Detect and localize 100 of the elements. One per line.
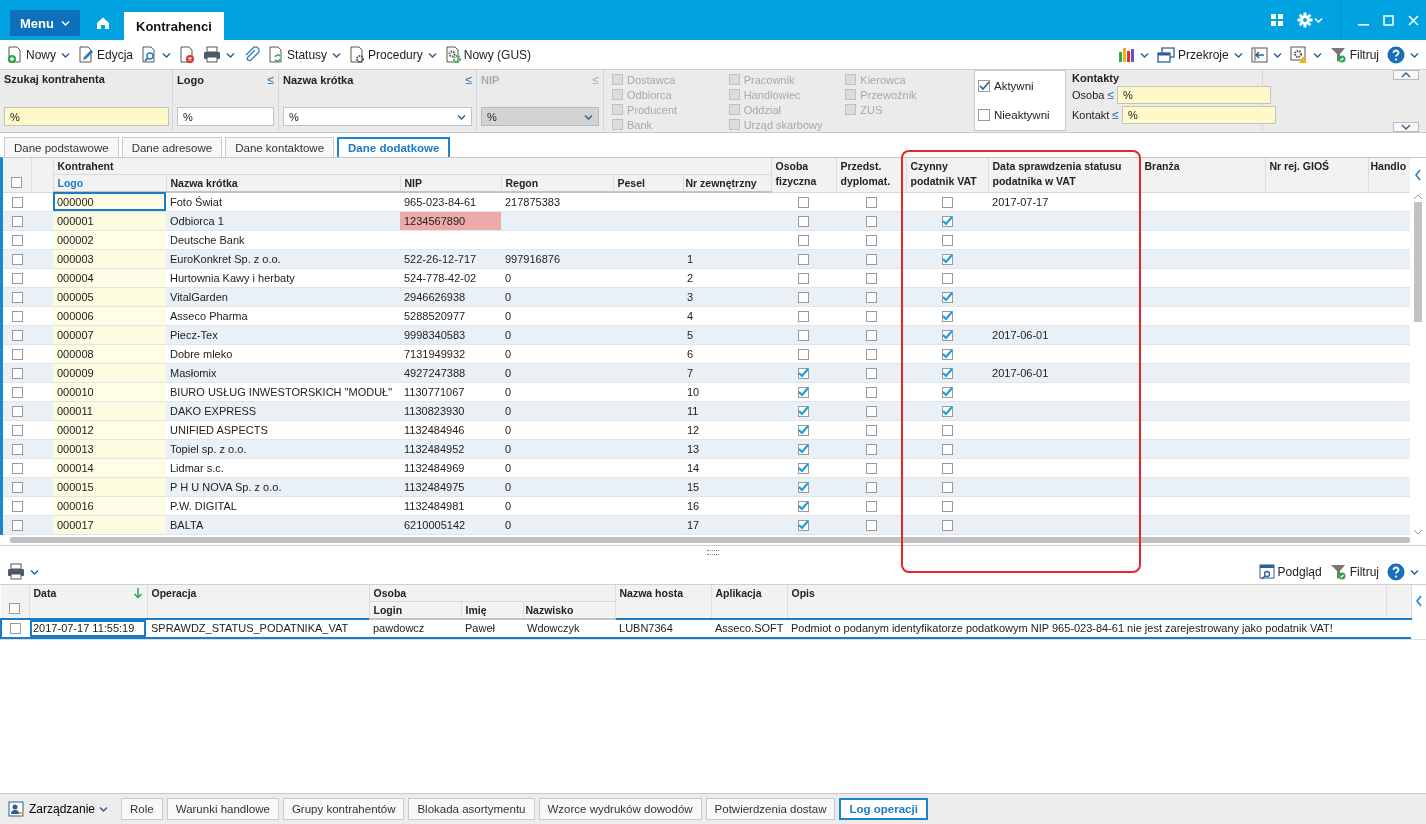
printer-icon[interactable]	[203, 46, 222, 63]
operator-toggle[interactable]: ≤	[1107, 88, 1114, 102]
text-field[interactable]: %	[1121, 106, 1276, 124]
checkbox[interactable]	[941, 367, 953, 379]
checkbox[interactable]	[865, 348, 877, 360]
checkbox[interactable]	[865, 367, 877, 379]
tab[interactable]: Potwierdzenia dostaw	[705, 798, 836, 820]
checkbox[interactable]	[865, 272, 877, 284]
checkbox[interactable]	[941, 234, 953, 246]
tab[interactable]: Dane adresowe	[121, 137, 223, 157]
home-icon[interactable]	[96, 16, 110, 30]
checkbox[interactable]	[941, 291, 953, 303]
checkbox[interactable]	[11, 386, 23, 398]
close-icon[interactable]	[1408, 14, 1419, 26]
column-header[interactable]: Opis	[787, 584, 1386, 619]
checkbox[interactable]	[798, 215, 810, 227]
checkbox[interactable]	[798, 196, 810, 208]
checkbox[interactable]	[865, 291, 877, 303]
checkbox[interactable]	[798, 424, 810, 436]
checkbox[interactable]	[798, 462, 810, 474]
windows-icon[interactable]	[1156, 46, 1175, 63]
checkbox[interactable]	[865, 481, 877, 493]
chevron-left-icon[interactable]	[1414, 594, 1423, 607]
chevron-left-icon[interactable]	[1414, 168, 1422, 181]
checkbox[interactable]	[798, 272, 810, 284]
document-plus-icon[interactable]	[7, 46, 23, 63]
checkbox[interactable]	[865, 519, 877, 531]
toolbar-button[interactable]: Filtruj	[1325, 42, 1383, 67]
checkbox[interactable]	[941, 329, 953, 341]
filter-icon[interactable]	[1329, 46, 1347, 63]
document-refresh-icon[interactable]	[268, 46, 285, 63]
checkbox[interactable]	[11, 500, 23, 512]
printer-icon[interactable]	[7, 563, 25, 580]
checkbox[interactable]	[941, 405, 953, 417]
checkbox[interactable]	[798, 348, 810, 360]
pencil-icon[interactable]	[78, 46, 94, 63]
checkbox[interactable]	[11, 329, 23, 341]
column-header[interactable]: Nr rej. GIOŚ	[1265, 158, 1369, 192]
checkbox[interactable]	[798, 367, 810, 379]
tiles-icon[interactable]	[1271, 14, 1283, 26]
scroll-up-icon[interactable]	[1413, 194, 1423, 200]
checkbox[interactable]	[865, 424, 877, 436]
checkbox[interactable]	[941, 462, 953, 474]
maximize-icon[interactable]	[1383, 14, 1394, 26]
checkbox[interactable]	[941, 215, 953, 227]
checkbox[interactable]	[11, 215, 23, 227]
checkbox[interactable]	[10, 623, 21, 635]
operator-toggle[interactable]: ≤	[465, 73, 472, 87]
checkbox[interactable]	[941, 443, 953, 455]
checkbox[interactable]	[865, 462, 877, 474]
settings-icon[interactable]	[1297, 12, 1313, 28]
checkbox[interactable]	[865, 253, 877, 265]
checkbox[interactable]	[941, 481, 953, 493]
checkbox[interactable]	[865, 405, 877, 417]
tab[interactable]: Dane dodatkowe	[337, 137, 451, 157]
checkbox[interactable]	[11, 462, 23, 474]
checkbox[interactable]	[798, 481, 810, 493]
scroll-down-icon[interactable]	[1413, 528, 1423, 535]
checkbox[interactable]	[11, 424, 23, 436]
checkbox[interactable]	[11, 234, 23, 246]
checkbox[interactable]	[941, 386, 953, 398]
operator-toggle[interactable]: ≤	[267, 73, 274, 87]
app-tab[interactable]: Kontrahenci	[124, 12, 224, 40]
document-magnifier-icon[interactable]	[141, 46, 158, 63]
help-icon[interactable]	[1387, 562, 1405, 581]
checkbox[interactable]	[941, 519, 953, 531]
help-icon[interactable]	[1387, 45, 1405, 64]
filter-icon[interactable]	[1329, 563, 1347, 580]
checkbox[interactable]	[941, 310, 953, 322]
tab[interactable]: Log operacji	[839, 798, 928, 820]
checkbox[interactable]	[798, 500, 810, 512]
checkbox[interactable]	[798, 329, 810, 341]
toolbar-button[interactable]: Filtruj	[1325, 559, 1383, 584]
column-header[interactable]: Handlo	[1368, 158, 1411, 192]
checkbox[interactable]	[9, 602, 21, 614]
collapse-button[interactable]	[1393, 70, 1419, 80]
checkbox[interactable]	[798, 443, 810, 455]
operator-toggle[interactable]: ≤	[1112, 108, 1119, 122]
tab[interactable]: Wzorce wydruków dowodów	[538, 798, 702, 820]
column-header[interactable]: Czynny podatnik VAT	[906, 158, 989, 192]
checkbox[interactable]	[941, 272, 953, 284]
column-header[interactable]: Data	[33, 585, 57, 600]
toolbar-button[interactable]: Edycja	[74, 42, 138, 67]
column-header[interactable]: Aplikacja	[711, 584, 787, 619]
checkbox[interactable]	[941, 424, 953, 436]
checkbox[interactable]	[865, 500, 877, 512]
expand-button[interactable]	[1393, 122, 1419, 132]
scrollbar-thumb[interactable]	[10, 536, 1410, 543]
tab[interactable]: Dane kontaktowe	[225, 137, 335, 157]
toolbar-button[interactable]: Przekroje	[1152, 42, 1247, 67]
tab[interactable]: Blokada asortymentu	[408, 798, 535, 820]
checkbox[interactable]	[978, 79, 990, 92]
checkbox[interactable]	[11, 348, 23, 360]
checkbox[interactable]	[11, 405, 23, 417]
toolbar-button[interactable]: Nowy (GUS)	[440, 42, 536, 67]
checkbox[interactable]	[865, 234, 877, 246]
checkbox[interactable]	[798, 405, 810, 417]
tab[interactable]: Dane podstawowe	[4, 137, 119, 157]
toolbar-button[interactable]: Procedury	[345, 42, 441, 67]
checkbox[interactable]	[11, 367, 23, 379]
